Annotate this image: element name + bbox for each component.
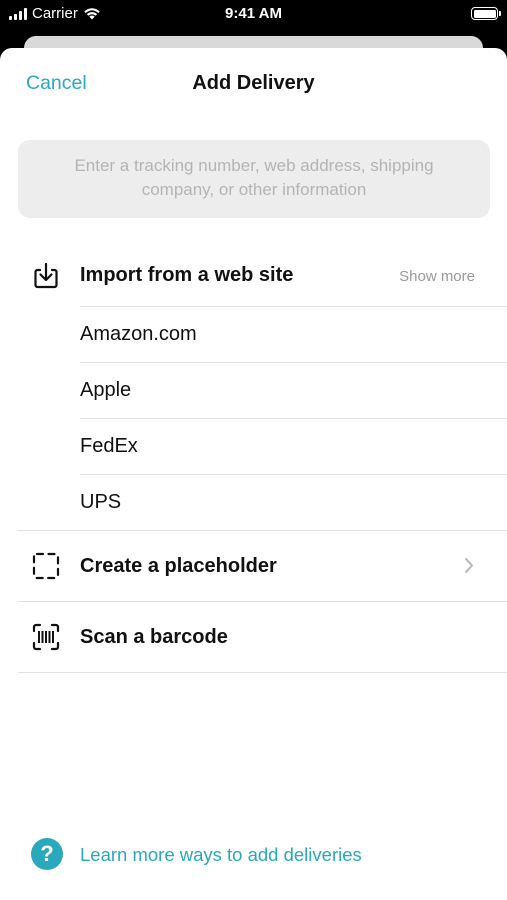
tracking-input[interactable]: [48, 154, 460, 204]
import-section-header: Import from a web site Show more: [0, 258, 507, 294]
site-item-label: UPS: [80, 491, 122, 513]
scan-barcode-row[interactable]: Scan a barcode: [0, 602, 507, 672]
add-delivery-sheet: Cancel Add Delivery Import from a web si…: [0, 48, 507, 900]
site-item-amazon[interactable]: Amazon.com: [0, 307, 507, 362]
site-item-label: Amazon.com: [80, 323, 197, 345]
learn-more-link[interactable]: Learn more ways to add deliveries: [80, 844, 362, 866]
download-tray-icon: [34, 262, 58, 289]
create-placeholder-label: Create a placeholder: [80, 555, 277, 577]
scan-barcode-label: Scan a barcode: [80, 626, 228, 648]
create-placeholder-row[interactable]: Create a placeholder: [0, 531, 507, 601]
navigation-bar: Cancel Add Delivery: [0, 48, 507, 120]
site-item-label: Apple: [80, 379, 132, 401]
tracking-input-container: [18, 140, 490, 218]
site-item-ups[interactable]: UPS: [0, 475, 507, 530]
page-title: Add Delivery: [192, 72, 315, 94]
import-section-title: Import from a web site: [80, 264, 294, 286]
site-item-fedex[interactable]: FedEx: [0, 419, 507, 474]
site-item-apple[interactable]: Apple: [0, 363, 507, 418]
question-mark-icon: ?: [31, 838, 63, 870]
divider: [18, 672, 507, 673]
dashed-square-icon: [32, 552, 60, 580]
help-row[interactable]: ? Learn more ways to add deliveries: [0, 834, 507, 874]
site-item-label: FedEx: [80, 435, 138, 457]
chevron-right-icon: [465, 558, 473, 573]
status-time: 9:41 AM: [225, 5, 282, 22]
show-more-button[interactable]: Show more: [399, 268, 475, 285]
barcode-scanner-icon: [32, 623, 60, 651]
status-bar: Carrier 9:41 AM: [0, 0, 507, 30]
battery-icon: [471, 7, 501, 20]
